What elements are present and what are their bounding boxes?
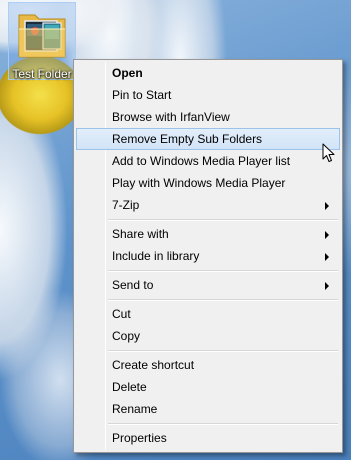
menu-item-share-with[interactable]: Share with bbox=[76, 223, 340, 245]
menu-item-send-to[interactable]: Send to bbox=[76, 274, 340, 296]
folder-icon bbox=[15, 9, 69, 61]
menu-separator bbox=[76, 296, 340, 303]
menu-item-7-zip[interactable]: 7-Zip bbox=[76, 194, 340, 216]
menu-item-remove-empty-sub-folders[interactable]: Remove Empty Sub Folders bbox=[76, 128, 340, 150]
menu-separator bbox=[76, 267, 340, 274]
arrow-cursor-icon bbox=[322, 143, 336, 163]
menu-separator bbox=[76, 216, 340, 223]
submenu-arrow-icon bbox=[325, 202, 329, 210]
menu-item-properties[interactable]: Properties bbox=[76, 427, 340, 449]
menu-item-open[interactable]: Open bbox=[76, 62, 340, 84]
menu-separator bbox=[76, 347, 340, 354]
menu-item-create-shortcut[interactable]: Create shortcut bbox=[76, 354, 340, 376]
menu-item-delete[interactable]: Delete bbox=[76, 376, 340, 398]
menu-item-browse-with-irfanview[interactable]: Browse with IrfanView bbox=[76, 106, 340, 128]
menu-item-rename[interactable]: Rename bbox=[76, 398, 340, 420]
submenu-arrow-icon bbox=[325, 282, 329, 290]
context-menu: Open Pin to Start Browse with IrfanView … bbox=[73, 59, 343, 453]
menu-item-label: 7-Zip bbox=[112, 198, 140, 212]
desktop-icon-label: Test Folder bbox=[12, 67, 72, 81]
menu-item-include-in-library[interactable]: Include in library bbox=[76, 245, 340, 267]
submenu-arrow-icon bbox=[325, 253, 329, 261]
menu-item-label: Share with bbox=[112, 227, 169, 241]
menu-item-cut[interactable]: Cut bbox=[76, 303, 340, 325]
menu-separator bbox=[76, 420, 340, 427]
menu-item-label: Send to bbox=[112, 278, 154, 292]
desktop-icon-test-folder[interactable]: Test Folder bbox=[8, 2, 76, 81]
menu-item-pin-to-start[interactable]: Pin to Start bbox=[76, 84, 340, 106]
menu-item-add-to-wmp-list[interactable]: Add to Windows Media Player list bbox=[76, 150, 340, 172]
menu-item-label: Include in library bbox=[112, 249, 200, 263]
menu-item-play-with-wmp[interactable]: Play with Windows Media Player bbox=[76, 172, 340, 194]
submenu-arrow-icon bbox=[325, 231, 329, 239]
menu-item-copy[interactable]: Copy bbox=[76, 325, 340, 347]
